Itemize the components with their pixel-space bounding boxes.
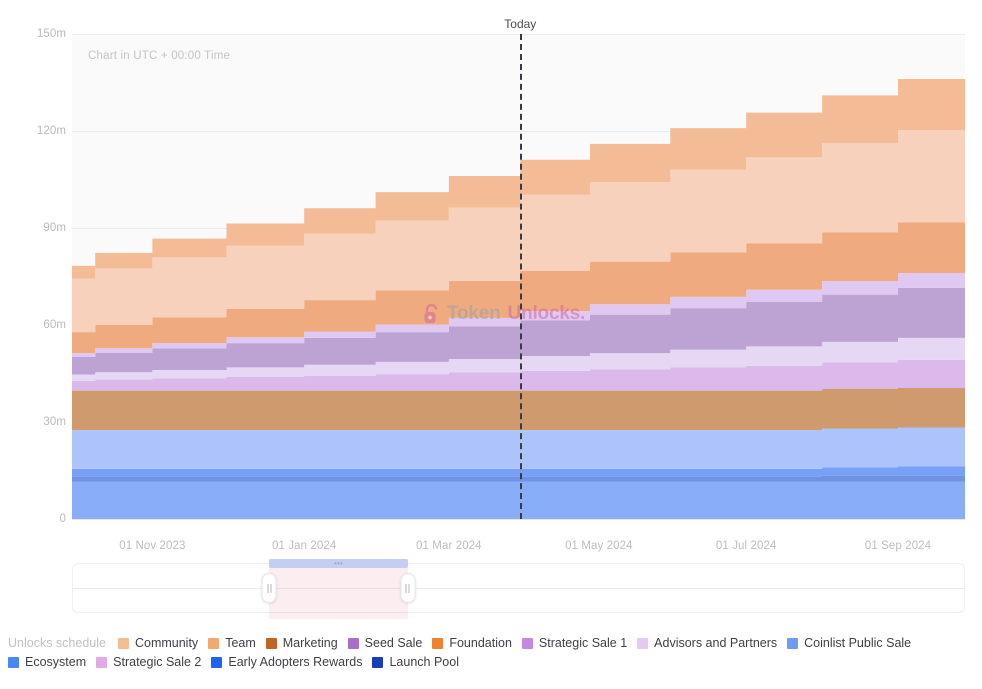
- legend-swatch-icon: [96, 657, 107, 668]
- legend-item-label: Coinlist Public Sale: [804, 636, 911, 650]
- legend-item-foundation[interactable]: Foundation: [432, 636, 512, 650]
- legend-swatch-icon: [432, 638, 443, 649]
- legend-swatch-icon: [266, 638, 277, 649]
- legend-item-label: Community: [135, 636, 198, 650]
- legend-item-launch-pool[interactable]: Launch Pool: [372, 655, 459, 669]
- legend-item-marketing[interactable]: Marketing: [266, 636, 338, 650]
- legend-item-label: Ecosystem: [25, 655, 86, 669]
- legend-item-label: Foundation: [449, 636, 512, 650]
- legend-swatch-icon: [637, 638, 648, 649]
- legend-title: Unlocks schedule: [8, 636, 106, 650]
- range-handle-right[interactable]: [400, 573, 415, 603]
- today-marker-line: [520, 34, 522, 519]
- legend-item-advisors-and-partners[interactable]: Advisors and Partners: [637, 636, 777, 650]
- x-axis-tick-label: 01 Jul 2024: [716, 540, 777, 552]
- legend-item-label: Seed Sale: [365, 636, 423, 650]
- legend-item-label: Early Adopters Rewards: [228, 655, 362, 669]
- range-slider-baseline: [73, 588, 964, 589]
- x-axis-tick-label: 01 May 2024: [565, 540, 633, 552]
- legend-item-label: Advisors and Partners: [654, 636, 777, 650]
- legend-item-coinlist-public-sale[interactable]: Coinlist Public Sale: [787, 636, 911, 650]
- area-band-coinlist-public-sale: [72, 427, 965, 468]
- utc-note: Chart in UTC + 00:00 Time: [88, 50, 230, 62]
- legend-swatch-icon: [522, 638, 533, 649]
- legend-item-early-adopters-rewards[interactable]: Early Adopters Rewards: [211, 655, 362, 669]
- range-handle-left[interactable]: [262, 573, 277, 603]
- legend-item-ecosystem[interactable]: Ecosystem: [8, 655, 86, 669]
- x-axis-tick-label: 01 Nov 2023: [119, 540, 185, 552]
- chart-legend: Unlocks schedule Community Team Marketing S…: [8, 636, 976, 669]
- legend-item-strategic-sale-1[interactable]: Strategic Sale 1: [522, 636, 627, 650]
- x-axis-tick-label: 01 Jan 2024: [272, 540, 336, 552]
- legend-item-label: Launch Pool: [389, 655, 459, 669]
- grip-lines-icon: [406, 584, 410, 593]
- legend-item-label: Marketing: [283, 636, 338, 650]
- legend-swatch-icon: [211, 657, 222, 668]
- x-axis-tick-label: 01 Sep 2024: [865, 540, 931, 552]
- range-slider[interactable]: ▪▪▪: [72, 563, 965, 613]
- range-slider-selection-bar[interactable]: ▪▪▪: [269, 559, 407, 568]
- unlocks-chart: 030m60m90m120m150m Token Unlocks. Today …: [0, 0, 982, 560]
- legend-swatch-icon: [118, 638, 129, 649]
- legend-swatch-icon: [8, 657, 19, 668]
- legend-swatch-icon: [208, 638, 219, 649]
- legend-swatch-icon: [787, 638, 798, 649]
- legend-swatch-icon: [348, 638, 359, 649]
- stacked-area-series: [0, 0, 982, 560]
- token-unlocks-chart-page: { "header": { "today_label": "Today", "u…: [0, 0, 982, 689]
- legend-item-label: Strategic Sale 1: [539, 636, 627, 650]
- legend-item-label: Strategic Sale 2: [113, 655, 201, 669]
- legend-swatch-icon: [372, 657, 383, 668]
- area-band-launch-pool: [72, 481, 965, 519]
- range-slider-selection[interactable]: [269, 559, 407, 619]
- area-band-marketing: [72, 388, 965, 430]
- x-axis-tick-label: 01 Mar 2024: [416, 540, 482, 552]
- legend-item-team[interactable]: Team: [208, 636, 256, 650]
- grip-dots-icon: ▪▪▪: [334, 560, 343, 567]
- legend-item-seed-sale[interactable]: Seed Sale: [348, 636, 423, 650]
- legend-item-strategic-sale-2[interactable]: Strategic Sale 2: [96, 655, 201, 669]
- legend-item-community[interactable]: Community: [118, 636, 198, 650]
- legend-item-label: Team: [225, 636, 256, 650]
- today-marker-label: Today: [504, 17, 536, 31]
- grip-lines-icon: [267, 584, 271, 593]
